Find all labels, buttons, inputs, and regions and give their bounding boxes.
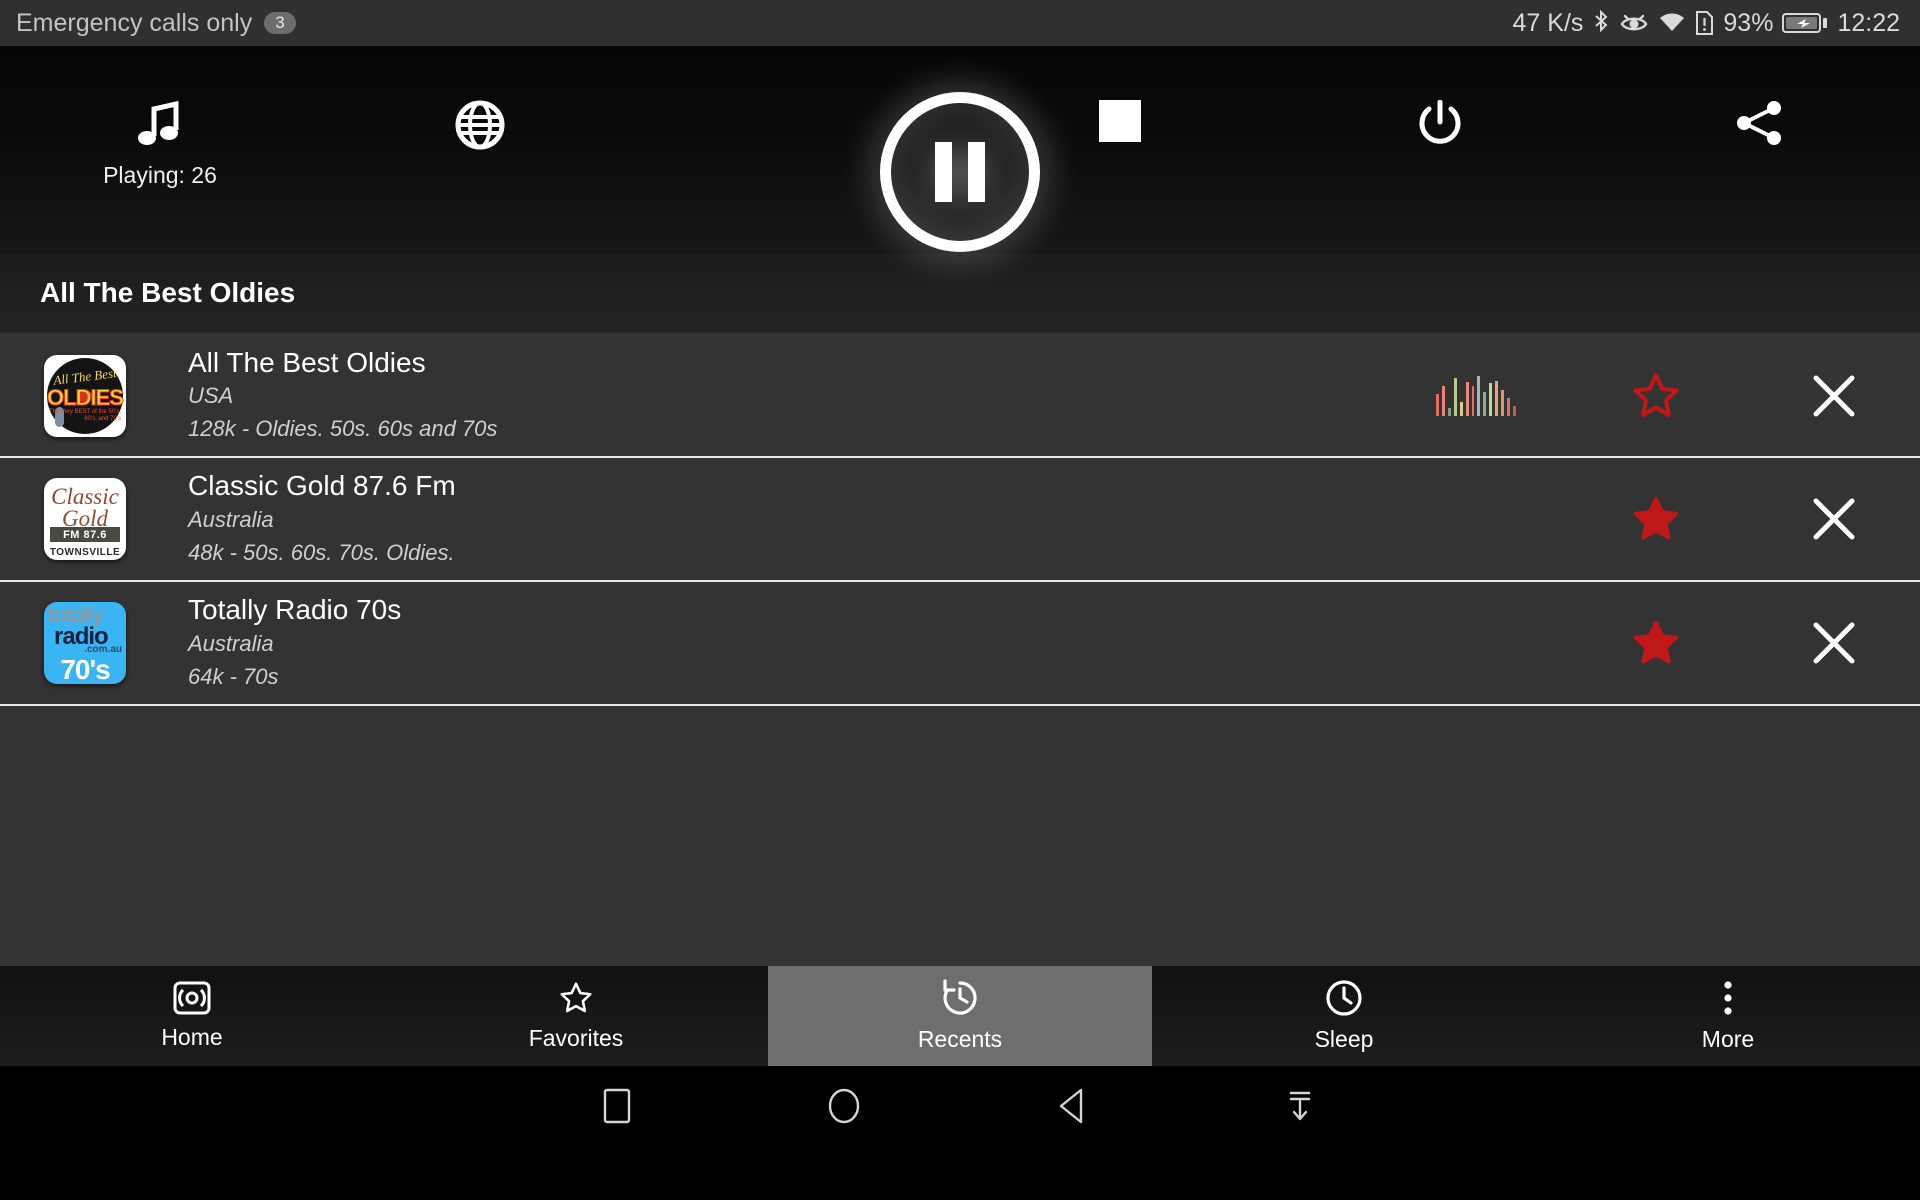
station-info: All The Best Oldies USA 128k - Oldies. 5…	[188, 346, 1436, 445]
network-speed-label: 47 K/s	[1512, 8, 1584, 37]
nav-label-favorites: Favorites	[528, 1025, 624, 1051]
station-name: Classic Gold 87.6 Fm	[188, 470, 456, 502]
overflow-dots-icon	[1724, 981, 1732, 1015]
nav-item-sleep[interactable]: Sleep	[1152, 966, 1536, 1066]
station-country: Australia	[188, 630, 274, 656]
broadcast-icon	[173, 981, 211, 1015]
nav-label-recents: Recents	[917, 1026, 1003, 1052]
power-button[interactable]	[1280, 46, 1600, 148]
bluetooth-icon	[1595, 9, 1608, 33]
carrier-label: Emergency calls only	[16, 8, 253, 37]
station-country: Australia	[188, 506, 274, 532]
wifi-icon	[1660, 13, 1685, 31]
page-title: All The Best Oldies	[0, 254, 1920, 332]
globe-icon	[455, 100, 505, 150]
clock-icon	[1326, 980, 1362, 1016]
stop-icon	[1099, 100, 1141, 142]
battery-charging-icon	[1782, 13, 1828, 33]
hide-nav-icon[interactable]	[1283, 1087, 1317, 1125]
star-filled-icon	[1633, 496, 1679, 540]
station-country: USA	[188, 383, 234, 409]
status-bar-left: Emergency calls only 3	[16, 9, 296, 38]
pause-spacer	[640, 46, 960, 100]
table-row[interactable]: All The Best OLDIES The Very BEST of the…	[0, 334, 1920, 458]
notification-count-badge: 3	[264, 12, 296, 34]
classic-gold-logo: Classic Gold FM 87.6 TOWNSVILLE	[44, 478, 126, 560]
globe-button[interactable]	[320, 46, 640, 150]
nav-item-home[interactable]: Home	[0, 966, 384, 1066]
status-bar: Emergency calls only 3 47 K/s 93% 12:22	[0, 0, 1920, 46]
share-icon	[1737, 101, 1781, 145]
star-outline-icon	[1633, 372, 1679, 417]
station-details: 48k - 50s. 60s. 70s. Oldies.	[188, 539, 455, 565]
back-triangle-icon[interactable]	[1057, 1087, 1087, 1125]
close-icon	[1813, 498, 1855, 540]
nav-label-sleep: Sleep	[1314, 1026, 1374, 1052]
star-filled-icon	[1633, 620, 1679, 664]
status-bar-right: 47 K/s 93% 12:22	[1513, 9, 1900, 38]
pause-icon	[935, 142, 985, 202]
share-button[interactable]	[1600, 46, 1920, 146]
all-the-best-oldies-logo: All The Best OLDIES The Very BEST of the…	[44, 354, 126, 437]
nav-item-favorites[interactable]: Favorites	[384, 966, 768, 1066]
station-name: Totally Radio 70s	[188, 594, 402, 626]
pause-button[interactable]	[880, 92, 1040, 252]
equalizer-placeholder	[1436, 499, 1516, 539]
nav-label-more: More	[1701, 1026, 1755, 1052]
list-empty-area	[0, 706, 1920, 966]
table-row[interactable]: totally radio .com.au 70's Totally Radio…	[0, 582, 1920, 706]
bottom-navigation: Home Favorites Recents Sleep More	[0, 966, 1920, 1066]
remove-station-button[interactable]	[1804, 620, 1864, 666]
close-icon	[1813, 375, 1855, 416]
music-note-icon	[138, 100, 179, 145]
equalizer-placeholder	[1436, 623, 1516, 663]
star-outline-icon	[560, 982, 592, 1013]
favorite-star-button[interactable]	[1626, 493, 1686, 545]
station-details: 64k - 70s	[188, 663, 279, 689]
remove-station-button[interactable]	[1804, 496, 1864, 542]
music-button[interactable]: Playing: 26	[0, 46, 320, 189]
station-details: 128k - Oldies. 50s. 60s and 70s	[188, 416, 498, 442]
favorite-star-button[interactable]	[1626, 617, 1686, 669]
station-name: All The Best Oldies	[188, 346, 426, 378]
nav-label-home: Home	[161, 1024, 223, 1050]
home-circle-icon[interactable]	[827, 1087, 861, 1125]
android-system-bar	[0, 1066, 1920, 1146]
player-controls-bar: Playing: 26	[0, 46, 1920, 254]
nav-item-more[interactable]: More	[1536, 966, 1920, 1066]
station-list: All The Best OLDIES The Very BEST of the…	[0, 334, 1920, 966]
favorite-star-button[interactable]	[1626, 370, 1686, 422]
remove-station-button[interactable]	[1804, 373, 1864, 419]
battery-percent-label: 93%	[1723, 8, 1774, 37]
close-icon	[1813, 622, 1855, 664]
clock-label: 12:22	[1837, 8, 1900, 37]
power-icon	[1419, 100, 1461, 144]
nav-item-recents[interactable]: Recents	[768, 966, 1152, 1066]
equalizer-visualizer	[1436, 375, 1516, 416]
history-icon	[943, 979, 977, 1015]
station-info: Classic Gold 87.6 Fm Australia 48k - 50s…	[188, 469, 1436, 568]
totally-radio-logo: totally radio .com.au 70's	[44, 602, 126, 684]
table-row[interactable]: Classic Gold FM 87.6 TOWNSVILLE Classic …	[0, 458, 1920, 582]
eye-icon	[1621, 14, 1648, 31]
playing-count-label: Playing: 26	[103, 162, 217, 188]
recents-square-icon[interactable]	[603, 1088, 631, 1124]
sim-alert-icon	[1696, 11, 1714, 35]
station-info: Totally Radio 70s Australia 64k - 70s	[188, 593, 1436, 692]
